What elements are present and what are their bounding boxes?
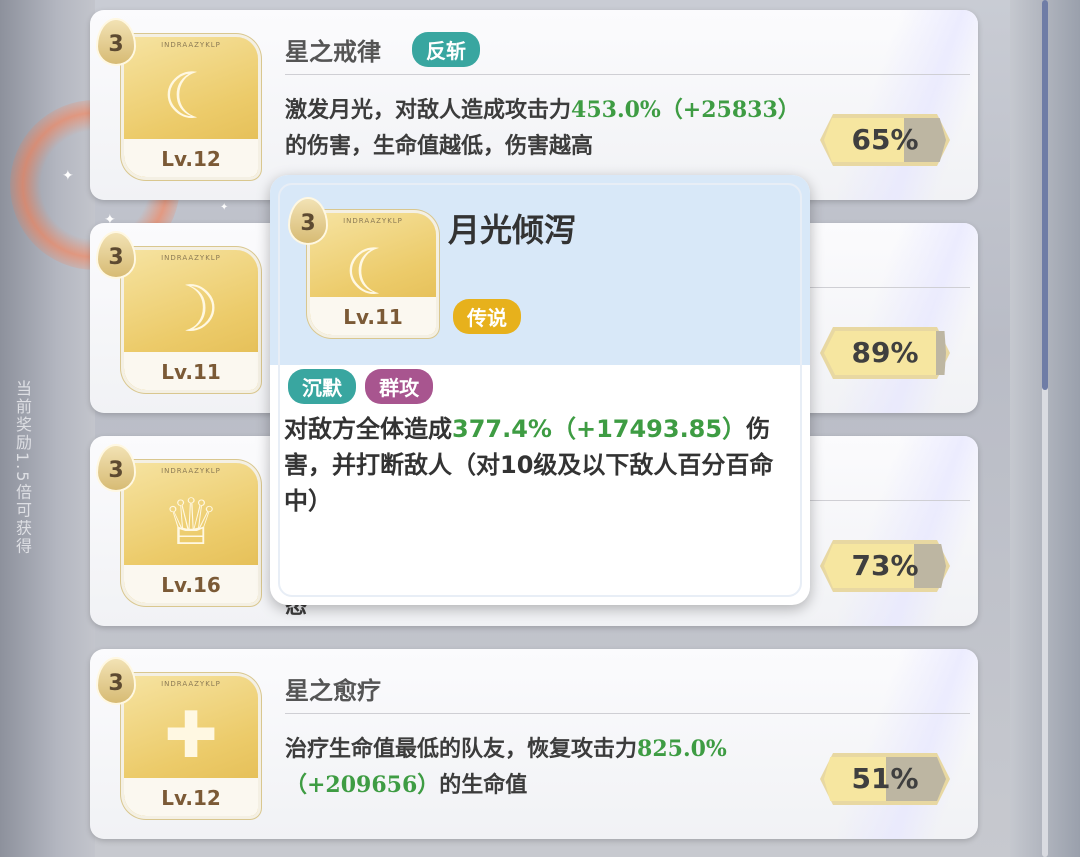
percent-indicator: 89% [820,327,950,379]
skill-level: Lv.16 [161,573,221,597]
card-shine [838,10,978,200]
card-shine [838,223,978,413]
skill-level: Lv.11 [343,305,403,329]
percent-indicator: 65% [820,114,950,166]
tag-silence: 沉默 [288,369,356,404]
tier-badge: 3 [290,199,326,243]
skill-level: Lv.12 [161,147,221,171]
moon-orb-icon: ☽ [162,273,220,347]
skill-tag: 反斩 [412,32,480,67]
sparkle-icon: ✦ [220,202,229,213]
skill-icon: INDRAAZYKLP ☽ Lv.11 [124,250,258,390]
tier-badge: 3 [98,233,134,277]
skill-level: Lv.12 [161,786,221,810]
skill-level: Lv.11 [161,360,221,384]
popup-title: 月光倾泻 [448,211,577,249]
rarity-badge: 传说 [453,299,521,334]
skill-card-1[interactable]: INDRAAZYKLP ☾ Lv.12 3 星之戒律 反斩 激发月光，对敌人造成… [90,10,978,200]
skill-icon: INDRAAZYKLP ✚ Lv.12 [124,676,258,816]
scrollbar-thumb[interactable] [1042,0,1048,390]
tier-badge: 3 [98,20,134,64]
skill-description: 治疗生命值最低的队友，恢复攻击力825.0%（+209656）的生命值 [285,736,727,798]
praying-maiden-icon: ♕ [162,486,220,560]
card-shine [838,436,978,626]
skill-description: 激发月光，对敌人造成攻击力453.0%（+25833）的伤害，生命值越低，伤害越… [285,97,800,159]
skill-name: 星之戒律 [285,37,381,66]
skill-name: 星之愈疗 [285,676,381,705]
percent-indicator: 73% [820,540,950,592]
skill-icon: INDRAAZYKLP ☾ Lv.12 [124,37,258,177]
tier-badge: 3 [98,659,134,703]
skill-detail-popup[interactable]: INDRAAZYKLP ☾ Lv.11 3 月光倾泻 传说 沉默 群攻 对敌方全… [270,175,810,605]
skill-icon: INDRAAZYKLP ♕ Lv.16 [124,463,258,603]
skill-icon: INDRAAZYKLP ☾ Lv.11 [310,213,436,335]
divider [285,74,970,75]
popup-description: 对敌方全体造成377.4%（+17493.85）伤害，并打断敌人（对10级及以下… [284,415,774,515]
healing-cross-icon: ✚ [164,699,218,773]
side-vertical-text: 当前奖励1.5倍可获得 [13,380,32,556]
popup-tags: 沉默 群攻 [288,369,437,404]
sparkle-icon: ✦ [62,168,74,184]
divider [285,713,970,714]
card-shine [838,649,978,839]
skill-card-4[interactable]: INDRAAZYKLP ✚ Lv.12 3 星之愈疗 治疗生命值最低的队友，恢复… [90,649,978,839]
percent-indicator: 51% [820,753,950,805]
crescent-moon-icon: ☾ [162,60,220,134]
tier-badge: 3 [98,446,134,490]
tag-aoe: 群攻 [365,369,434,404]
